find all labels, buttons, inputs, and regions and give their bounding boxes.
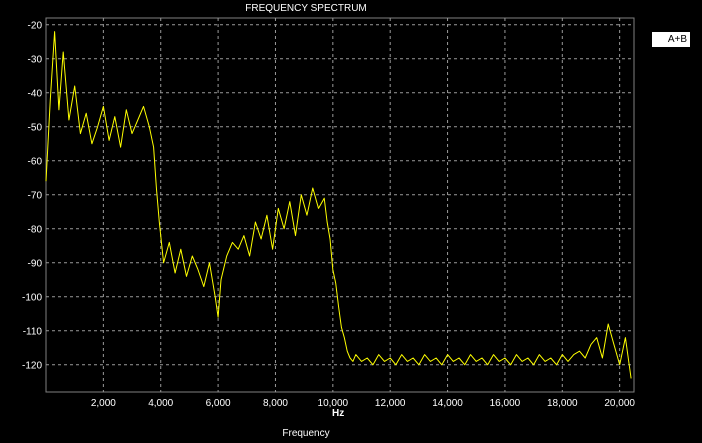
y-tick-label: -60 xyxy=(28,156,43,167)
x-tick-label: 10,000 xyxy=(318,398,349,409)
y-tick-label: -40 xyxy=(28,88,43,99)
y-tick-label: -90 xyxy=(28,258,43,269)
y-tick-label: -30 xyxy=(28,54,43,65)
y-tick-label: -110 xyxy=(23,326,43,337)
y-tick-label: -20 xyxy=(28,20,43,31)
grid xyxy=(46,18,634,392)
x-tick-label: 6,000 xyxy=(206,398,231,409)
x-axis-ticks: 2,000 4,000 6,000 8,000 10,000 12,000 14,000 16… xyxy=(91,398,636,409)
x-tick-label: 12,000 xyxy=(375,398,406,409)
y-tick-label: -100 xyxy=(22,292,42,303)
y-axis-ticks: -20 -30 -40 -50 -60 -70 -80 -90 -100 -110 -120 xyxy=(22,20,42,371)
y-tick-label: -120 xyxy=(22,360,42,371)
x-tick-label: 16,000 xyxy=(490,398,521,409)
spectrum-chart: -20 -30 -40 -50 -60 -70 -80 -90 -100 -110 -120 2,0… xyxy=(22,17,636,409)
y-tick-label: -80 xyxy=(28,224,43,235)
series-line xyxy=(45,31,632,379)
x-tick-label: 2,000 xyxy=(91,398,116,409)
x-tick-label: 8,000 xyxy=(263,398,288,409)
series-layer xyxy=(45,31,632,379)
x-tick-label: 20,000 xyxy=(604,398,635,409)
x-tick-label: 14,000 xyxy=(432,398,463,409)
plot-frame xyxy=(45,17,635,393)
y-tick-label: -70 xyxy=(28,190,43,201)
x-tick-label: 4,000 xyxy=(148,398,173,409)
y-tick-label: -50 xyxy=(28,122,43,133)
x-tick-label: 18,000 xyxy=(547,398,578,409)
